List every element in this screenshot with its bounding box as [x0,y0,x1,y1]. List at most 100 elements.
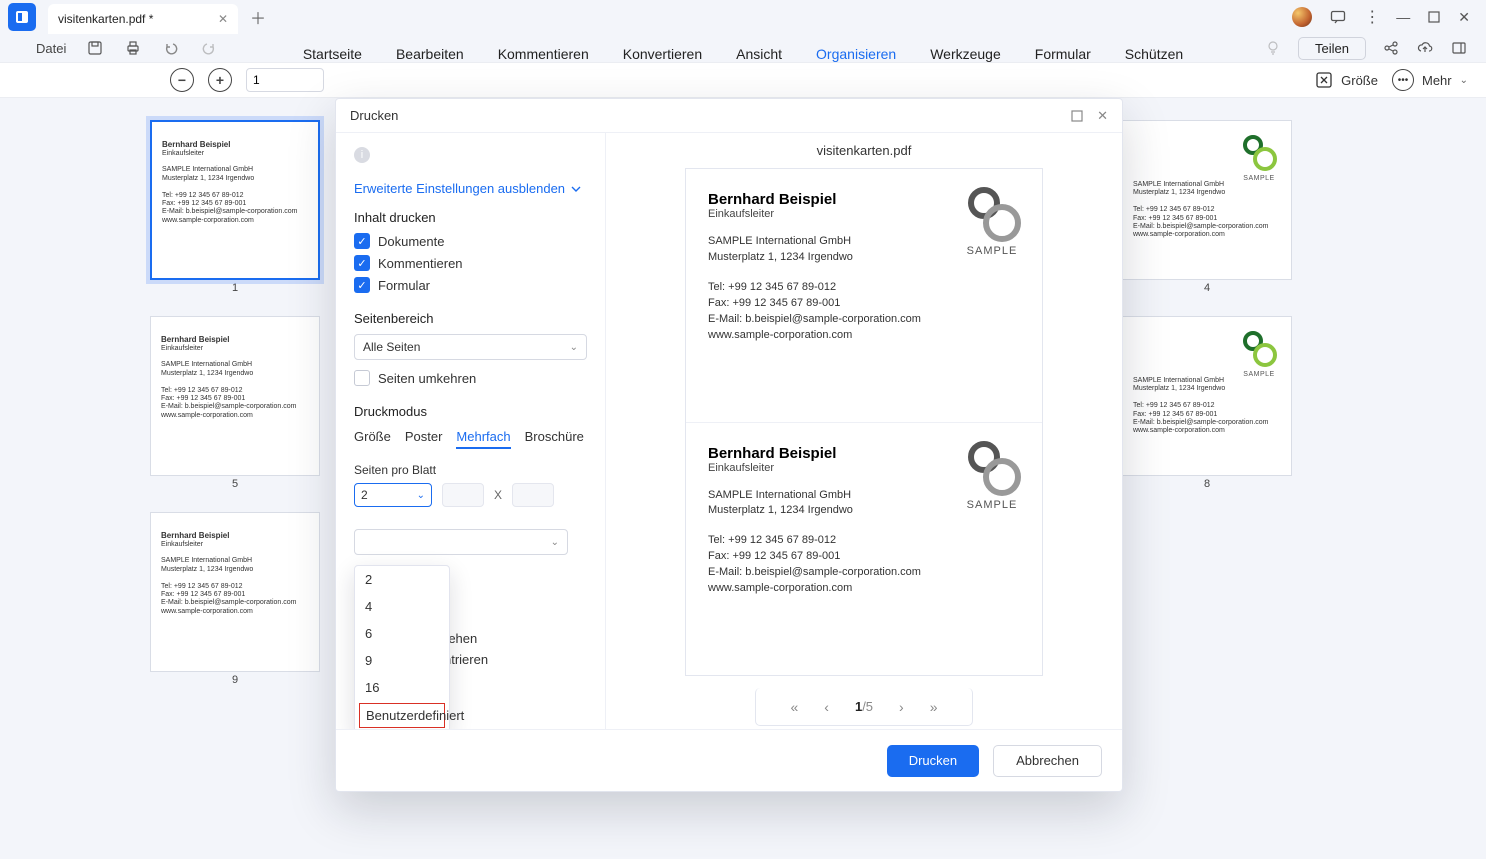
print-dialog: Drucken ✕ i Erweiterte Einstellungen aus… [335,98,1123,792]
zoom-out-icon[interactable]: − [170,68,194,92]
page-thumb-8[interactable]: SAMPLE SAMPLE International GmbH Musterp… [1122,316,1292,490]
thumb-addr2b: Musterplatz 1, 1234 Irgendwo [1133,385,1281,393]
thumb-fax: Fax: +99 12 345 67 89-001 [161,591,309,599]
sample-logo-icon: SAMPLE [960,183,1024,257]
avatar[interactable] [1292,7,1312,27]
thumb-addr2: Musterplatz 1, 1234 Irgendwo [161,370,309,378]
print-button[interactable]: Drucken [887,745,979,777]
checkbox-label: Kommentieren [378,256,463,271]
thumb-addr1: SAMPLE International GmbH [161,361,309,369]
mode-tab-size[interactable]: Größe [354,429,391,449]
window-close-icon[interactable]: ✕ [1458,9,1470,26]
undo-icon[interactable] [162,39,180,57]
thumb-mail: E-Mail: b.beispiel@sample-corporation.co… [161,599,309,607]
panel-icon[interactable] [1450,39,1468,57]
preview-pager: « ‹ 1/5 › » [755,688,973,726]
checkbox-icon: ✓ [354,370,370,386]
feedback-icon[interactable] [1330,9,1346,25]
mode-tab-brochure[interactable]: Broschüre [525,429,584,449]
page-range-select[interactable]: Alle Seiten ⌄ [354,334,587,360]
tab-bearbeiten[interactable]: Bearbeiten [396,46,464,62]
window-minimize-icon[interactable]: — [1396,9,1410,25]
thumb-name: Bernhard Beispiel [162,140,308,150]
page-thumb-9[interactable]: Bernhard Beispiel Einkaufsleiter SAMPLE … [150,512,320,686]
checkbox-comments[interactable]: ✓ Kommentieren [354,255,587,271]
ppb-option-16[interactable]: 16 [355,674,449,701]
page-thumb-4[interactable]: SAMPLE SAMPLE International GmbH Musterp… [1122,120,1292,294]
tab-werkzeuge[interactable]: Werkzeuge [930,46,1001,62]
save-icon[interactable] [86,39,104,57]
dialog-close-icon[interactable]: ✕ [1097,108,1108,124]
chevron-down-icon: ⌄ [570,342,578,353]
ppb-option-4[interactable]: 4 [355,593,449,620]
section-print-content: Inhalt drucken [354,210,587,225]
checkmark-icon: ✓ [354,233,370,249]
mode-tab-multiple[interactable]: Mehrfach [456,429,510,449]
chevron-down-icon [571,184,581,194]
pager-prev-icon[interactable]: ‹ [824,699,829,715]
pager-last-icon[interactable]: » [930,699,938,715]
checkmark-icon: ✓ [354,255,370,271]
mode-tab-poster[interactable]: Poster [405,429,443,449]
sample-logo-icon: SAMPLE [960,437,1024,511]
page-thumb-5[interactable]: Bernhard Beispiel Einkaufsleiter SAMPLE … [150,316,320,490]
thumb-mail: E-Mail: b.beispiel@sample-corporation.co… [161,403,309,411]
checkbox-form[interactable]: ✓Formular [354,277,587,293]
select-value: Alle Seiten [363,340,420,354]
thumb-addr1b: SAMPLE International GmbH [1133,377,1281,385]
page-number-input[interactable] [246,68,324,92]
tab-close-icon[interactable]: ✕ [218,12,228,26]
redo-icon[interactable] [200,39,218,57]
tab-formular[interactable]: Formular [1035,46,1091,62]
kebab-icon[interactable]: ⋮ [1364,7,1378,27]
share-nodes-icon[interactable] [1382,39,1400,57]
ppb-option-6[interactable]: 6 [355,620,449,647]
tab-schuetzen[interactable]: Schützen [1125,46,1183,62]
thumb-faxb: Fax: +99 12 345 67 89-001 [1133,215,1281,223]
lightbulb-icon[interactable] [1264,39,1282,57]
checkbox-reverse-pages[interactable]: ✓ Seiten umkehren [354,370,587,386]
partial-text-2: ntrieren [444,652,488,667]
window-maximize-icon[interactable] [1428,11,1440,23]
preview-web: www.sample-corporation.com [708,581,1020,597]
zoom-in-icon[interactable]: + [208,68,232,92]
dialog-maximize-icon[interactable] [1071,110,1083,122]
pager-current: 1/5 [855,699,873,714]
tab-kommentieren[interactable]: Kommentieren [498,46,589,62]
cloud-upload-icon[interactable] [1416,39,1434,57]
thumb-role: Einkaufsleiter [162,150,308,158]
size-button[interactable]: Größe [1315,71,1378,89]
thumb-webb: www.sample-corporation.com [1133,231,1281,239]
thumb-number: 9 [150,674,320,686]
tab-organisieren[interactable]: Organisieren [816,46,896,62]
page-thumb-1[interactable]: Bernhard Beispiel Einkaufsleiter SAMPLE … [150,120,320,294]
page-order-select[interactable]: ⌄ [354,529,568,555]
more-label: Mehr [1422,73,1452,88]
file-menu[interactable]: Datei [36,41,66,56]
ppb-option-9[interactable]: 9 [355,647,449,674]
share-button[interactable]: Teilen [1298,37,1366,60]
pager-next-icon[interactable]: › [899,699,904,715]
document-tab[interactable]: visitenkarten.pdf * ✕ [48,4,238,34]
columns-input[interactable] [442,483,484,507]
ppb-option-custom[interactable]: Benutzerdefiniert [359,703,445,728]
tab-ansicht[interactable]: Ansicht [736,46,782,62]
checkbox-documents[interactable]: ✓Dokumente [354,233,587,249]
tab-startseite[interactable]: Startseite [303,46,362,62]
print-icon[interactable] [124,39,142,57]
new-tab-button[interactable]: ＋ [246,5,270,29]
pages-per-sheet-select[interactable]: 2 ⌄ [354,483,432,507]
more-button[interactable]: ••• Mehr ⌄ [1392,69,1468,91]
thumb-addr1b: SAMPLE International GmbH [1133,181,1281,189]
toggle-advanced-link[interactable]: Erweiterte Einstellungen ausblenden [354,181,587,196]
section-print-mode: Druckmodus [354,404,587,419]
preview-fax: Fax: +99 12 345 67 89-001 [708,296,1020,312]
cancel-button[interactable]: Abbrechen [993,745,1102,777]
thumb-mailb: E-Mail: b.beispiel@sample-corporation.co… [1133,223,1281,231]
checkbox-label: Formular [378,278,430,293]
thumb-role: Einkaufsleiter [161,541,309,549]
rows-input[interactable] [512,483,554,507]
ppb-option-2[interactable]: 2 [355,566,449,593]
tab-konvertieren[interactable]: Konvertieren [623,46,702,62]
pager-first-icon[interactable]: « [790,699,798,715]
